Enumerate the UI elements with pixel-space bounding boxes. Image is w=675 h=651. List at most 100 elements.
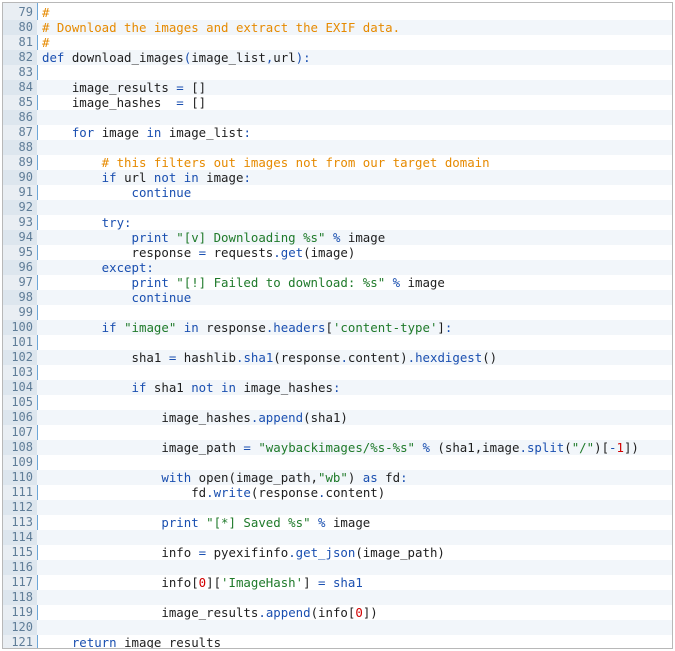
code-token: . (206, 485, 214, 500)
code-token: = (198, 545, 207, 560)
code-token: ) (347, 470, 363, 485)
line-number: 111 (11, 485, 33, 499)
code-line: 84 image_results = [] (3, 80, 672, 95)
line-number: 83 (18, 65, 33, 79)
code-token: % (415, 440, 438, 455)
code-token: sha1 (325, 575, 363, 590)
code-token: not in (191, 380, 244, 395)
line-number: 107 (11, 425, 33, 439)
code-text: info = pyexifinfo.get_json(image_path) (42, 545, 445, 560)
line-number: 88 (3, 140, 33, 155)
code-text: image_results = [] (42, 80, 206, 95)
code-token: (image_path) (355, 545, 445, 560)
code-token: (image) (303, 245, 356, 260)
code-text: image_results.append(info[0]) (42, 605, 377, 620)
line-number: 103 (11, 365, 33, 379)
code-token: print (42, 515, 207, 530)
code-text: # (42, 5, 49, 20)
code-text: if "image" in response.headers['content-… (42, 320, 453, 335)
code-text: # (42, 35, 49, 50)
code-token: . (288, 545, 296, 560)
code-line: 91 continue (3, 185, 672, 200)
code-line: 97 print "[!] Failed to download: %s" % … (3, 275, 672, 290)
code-line: 88 (3, 140, 672, 155)
code-line: 102 sha1 = hashlib.sha1(response.content… (3, 350, 672, 365)
code-line: 115 info = pyexifinfo.get_json(image_pat… (3, 545, 672, 560)
code-token: image_list (191, 50, 266, 65)
line-number: 94 (3, 230, 33, 245)
code-token: : (243, 125, 251, 140)
line-number: 114 (3, 530, 33, 545)
code-token: ( (564, 440, 572, 455)
line-number: 95 (18, 245, 33, 259)
code-token: : (332, 380, 341, 395)
code-line: 83 (3, 65, 672, 80)
code-line: 81 # (3, 35, 672, 50)
code-token: "[*] Saved %s" (206, 515, 311, 530)
code-line: 116 (3, 560, 672, 575)
code-token: - (609, 440, 617, 455)
code-token: append (265, 605, 311, 620)
code-token: ][ (206, 575, 222, 590)
code-token: 1 (616, 440, 624, 455)
code-line: 119 image_results.append(info[0]) (3, 605, 672, 620)
code-token: in (146, 125, 169, 140)
line-number: 116 (3, 560, 33, 575)
code-line: 113 print "[*] Saved %s" % image (3, 515, 672, 530)
line-number: 119 (11, 605, 33, 619)
code-token: . (273, 245, 281, 260)
code-text: continue (42, 185, 192, 200)
code-line: 121 return image_results (3, 635, 672, 649)
code-token: get_json (295, 545, 356, 560)
code-token: . (519, 440, 527, 455)
line-number: 82 (3, 50, 33, 65)
code-token: . (407, 350, 416, 365)
code-token: sha1 (153, 380, 192, 395)
code-line: 96 except: (3, 260, 672, 275)
code-line: 89 # this filters out images not from ou… (3, 155, 672, 170)
code-token: = (243, 440, 251, 455)
code-token: continue (42, 185, 192, 200)
code-text: if sha1 not in image_hashes: (42, 380, 341, 395)
code-token: as (362, 470, 386, 485)
code-text: print "[!] Failed to download: %s" % ima… (42, 275, 445, 290)
line-number: 108 (3, 440, 33, 455)
line-number: 100 (3, 320, 33, 335)
line-number: 86 (3, 110, 33, 125)
code-line: 117 info[0]['ImageHash'] = sha1 (3, 575, 672, 590)
code-token: [] (183, 95, 207, 110)
code-line: 79 # (3, 5, 672, 20)
code-token: % (325, 230, 348, 245)
code-token: hashlib (176, 350, 236, 365)
code-token: ] (303, 575, 319, 590)
code-token: 'content-type' (332, 320, 438, 335)
code-text: sha1 = hashlib.sha1(response.content).he… (42, 350, 498, 365)
code-token: image_hashes (243, 380, 333, 395)
code-text: return image_results (42, 635, 222, 649)
code-line: 108 image_path = "waybackimages/%s-%s" %… (3, 440, 672, 455)
line-number: 80 (3, 20, 33, 35)
line-number: 91 (18, 185, 33, 199)
code-token: "/" (571, 440, 595, 455)
code-token: % (310, 515, 333, 530)
code-token: (sha1) (303, 410, 348, 425)
code-token: = (318, 575, 326, 590)
code-token: image_results (124, 635, 222, 649)
code-line: 80 # Download the images and extract the … (3, 20, 672, 35)
code-token: image (347, 230, 386, 245)
code-token: 'ImageHash' (221, 575, 304, 590)
code-token: write (213, 485, 251, 500)
code-token: ]) (623, 440, 639, 455)
code-line: 104 if sha1 not in image_hashes: (3, 380, 672, 395)
code-token: 0 (355, 605, 363, 620)
code-token: requests (206, 245, 274, 260)
code-token: fd (42, 485, 207, 500)
code-line: 86 (3, 110, 672, 125)
code-token: append (258, 410, 304, 425)
line-number: 104 (3, 380, 33, 395)
line-number: 96 (3, 260, 33, 275)
code-listing: 79 #80 # Download the images and extract t… (3, 5, 672, 649)
line-number: 115 (11, 545, 33, 559)
code-token: content) (325, 485, 386, 500)
code-token: image_results (42, 80, 177, 95)
